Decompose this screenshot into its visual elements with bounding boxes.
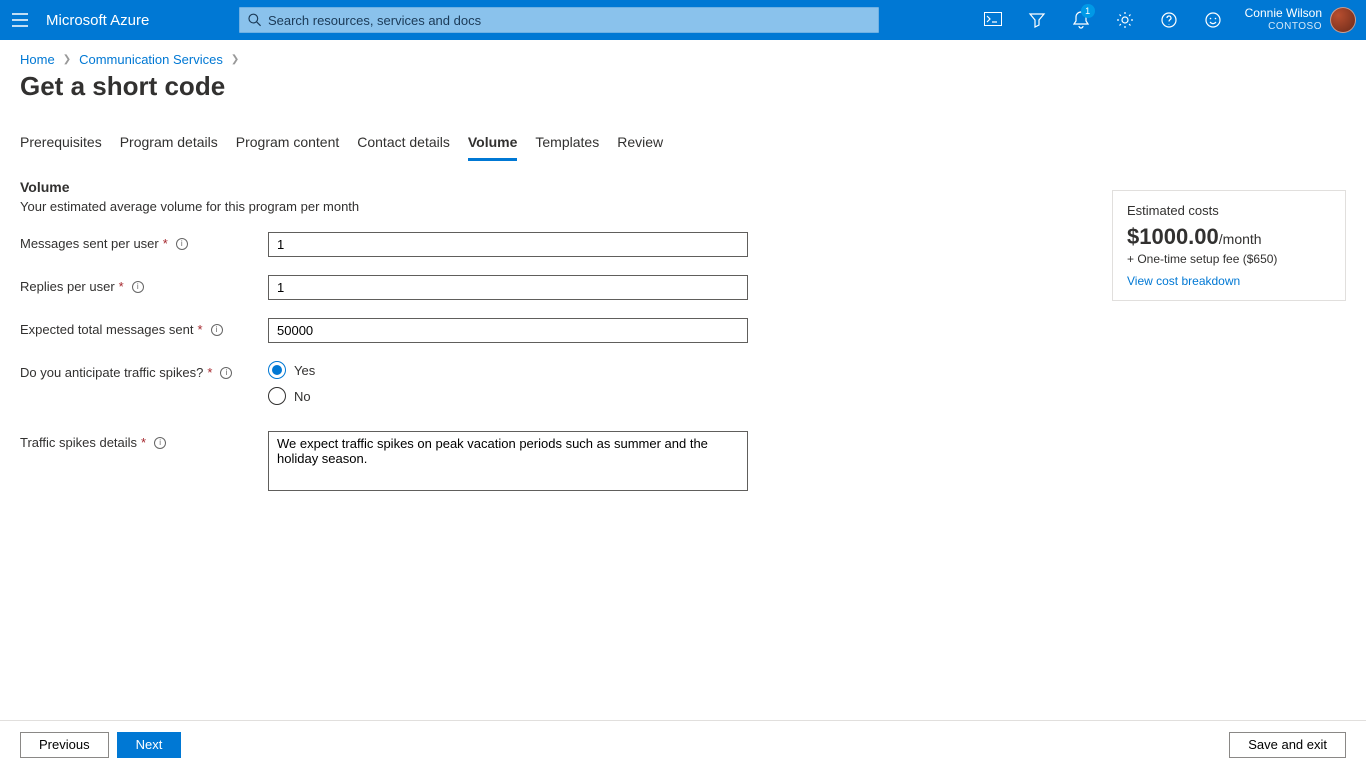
footer-bar: Previous Next Save and exit [0,720,1366,768]
traffic-spikes-label: Do you anticipate traffic spikes? [20,365,203,380]
cost-amount: $1000.00 [1127,224,1219,249]
content-area: Home ❯ Communication Services ❯ Get a sh… [0,40,1366,720]
traffic-spikes-yes-radio[interactable]: Yes [268,361,748,379]
spikes-details-label: Traffic spikes details [20,435,137,450]
info-icon[interactable]: i [154,437,166,449]
chevron-right-icon: ❯ [63,54,71,65]
messages-per-user-input[interactable] [268,232,748,257]
next-button[interactable]: Next [117,732,182,758]
settings-gear-icon[interactable] [1103,0,1147,40]
spikes-details-textarea[interactable] [268,431,748,491]
account-name: Connie Wilson [1245,7,1322,21]
save-and-exit-button[interactable]: Save and exit [1229,732,1346,758]
estimated-cost-card: Estimated costs $1000.00/month + One-tim… [1112,190,1346,301]
info-icon[interactable]: i [211,324,223,336]
top-icons: 1 [971,0,1235,40]
replies-per-user-input[interactable] [268,275,748,300]
breadcrumb: Home ❯ Communication Services ❯ [20,52,1346,67]
replies-per-user-label: Replies per user [20,279,115,294]
traffic-spikes-no-radio[interactable]: No [268,387,748,405]
brand-label: Microsoft Azure [46,12,149,29]
chevron-right-icon: ❯ [231,54,239,65]
directory-filter-icon[interactable] [1015,0,1059,40]
cost-breakdown-link[interactable]: View cost breakdown [1127,274,1240,288]
search-container [239,7,879,33]
tabs: Prerequisites Program details Program co… [20,130,1346,161]
cloud-shell-icon[interactable] [971,0,1015,40]
breadcrumb-communication-services[interactable]: Communication Services [79,52,223,67]
expected-total-label: Expected total messages sent [20,322,193,337]
notification-badge: 1 [1081,4,1095,18]
cost-unit: /month [1219,231,1262,247]
cost-setup-fee: + One-time setup fee ($650) [1127,252,1331,266]
required-indicator: * [207,365,212,380]
help-icon[interactable] [1147,0,1191,40]
global-search[interactable] [239,7,879,33]
tab-review[interactable]: Review [617,130,663,161]
radio-button-icon [268,361,286,379]
avatar [1330,7,1356,33]
tab-program-content[interactable]: Program content [236,130,340,161]
cost-title: Estimated costs [1127,203,1331,218]
required-indicator: * [119,279,124,294]
search-icon [248,13,262,27]
notifications-icon[interactable]: 1 [1059,0,1103,40]
breadcrumb-home[interactable]: Home [20,52,55,67]
radio-yes-label: Yes [294,363,315,378]
top-bar: Microsoft Azure 1 Connie Wilson C [0,0,1366,40]
previous-button[interactable]: Previous [20,732,109,758]
account-directory: CONTOSO [1245,21,1322,33]
required-indicator: * [141,435,146,450]
tab-program-details[interactable]: Program details [120,130,218,161]
tab-contact-details[interactable]: Contact details [357,130,450,161]
feedback-icon[interactable] [1191,0,1235,40]
tab-volume[interactable]: Volume [468,130,518,161]
account-menu[interactable]: Connie Wilson CONTOSO [1245,7,1356,33]
required-indicator: * [197,322,202,337]
required-indicator: * [163,236,168,251]
radio-button-icon [268,387,286,405]
search-input[interactable] [268,13,870,28]
info-icon[interactable]: i [132,281,144,293]
hamburger-menu-icon[interactable] [0,13,40,27]
tab-prerequisites[interactable]: Prerequisites [20,130,102,161]
expected-total-input[interactable] [268,318,748,343]
tab-templates[interactable]: Templates [535,130,599,161]
radio-no-label: No [294,389,311,404]
messages-per-user-label: Messages sent per user [20,236,159,251]
page-title: Get a short code [20,71,1346,102]
info-icon[interactable]: i [220,367,232,379]
info-icon[interactable]: i [176,238,188,250]
